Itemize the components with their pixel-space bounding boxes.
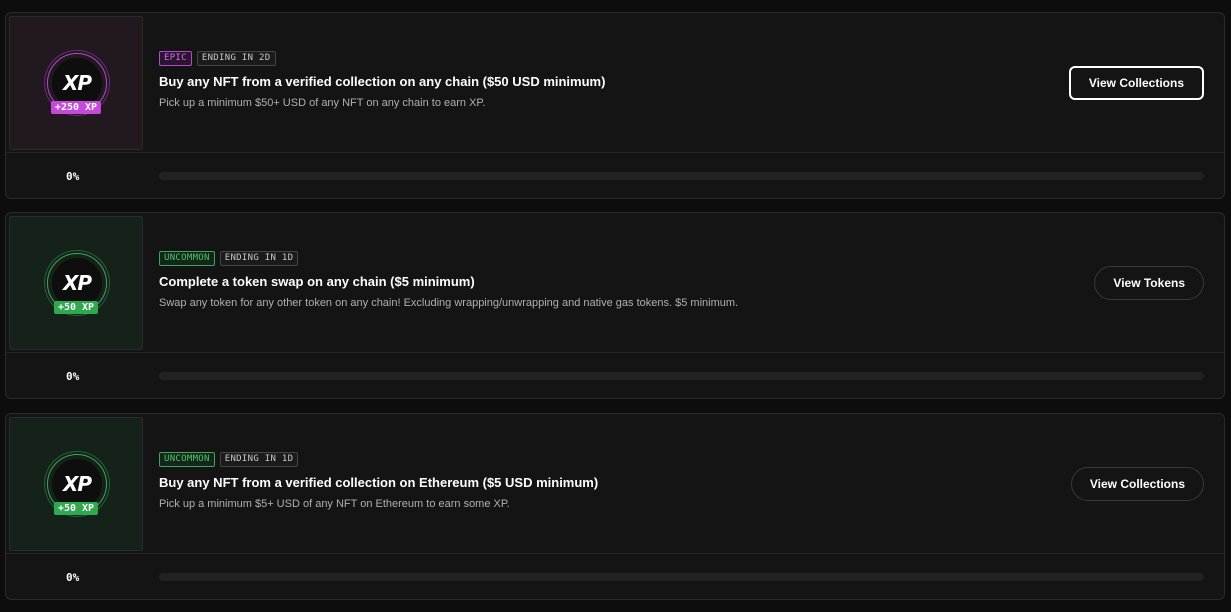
quest-card: XP +50 XP UNCOMMON ENDING IN 1D Buy any … <box>5 413 1225 600</box>
quest-info: UNCOMMON ENDING IN 1D Complete a token s… <box>159 251 738 309</box>
quest-info: EPIC ENDING IN 2D Buy any NFT from a ver… <box>159 51 605 109</box>
xp-reward-thumbnail: XP +250 XP <box>9 16 143 150</box>
quest-header: XP +50 XP UNCOMMON ENDING IN 1D Complete… <box>6 213 1224 353</box>
progress-percent: 0% <box>66 370 80 383</box>
ending-badge: ENDING IN 1D <box>219 251 299 266</box>
quest-description: Swap any token for any other token on an… <box>159 297 739 309</box>
xp-reward-thumbnail: XP +50 XP <box>9 417 143 551</box>
view-collections-button[interactable]: View Collections <box>1068 66 1204 100</box>
rarity-badge: EPIC <box>159 51 192 66</box>
view-tokens-button[interactable]: View Tokens <box>1094 266 1204 300</box>
progress-bar <box>159 573 1204 581</box>
quest-header: XP +50 XP UNCOMMON ENDING IN 1D Buy any … <box>6 414 1224 554</box>
rarity-badge: UNCOMMON <box>159 251 215 266</box>
progress-bar <box>159 372 1204 380</box>
quest-description: Pick up a minimum $5+ USD of any NFT on … <box>159 498 510 510</box>
xp-reward-thumbnail: XP +50 XP <box>9 216 143 350</box>
quest-title: Complete a token swap on any chain ($5 m… <box>159 274 475 289</box>
quest-progress: 0% <box>6 555 1224 599</box>
quest-title: Buy any NFT from a verified collection o… <box>159 74 606 89</box>
xp-logo: XP <box>62 271 92 295</box>
quest-card: XP +250 XP EPIC ENDING IN 2D Buy any NFT… <box>5 12 1225 199</box>
quest-progress: 0% <box>6 154 1224 198</box>
quest-description: Pick up a minimum $50+ USD of any NFT on… <box>159 97 486 109</box>
xp-logo: XP <box>62 71 92 95</box>
ending-badge: ENDING IN 1D <box>219 452 299 467</box>
xp-reward-amount: +50 XP <box>53 301 99 314</box>
progress-percent: 0% <box>66 571 80 584</box>
quest-progress: 0% <box>6 354 1224 398</box>
quest-info: UNCOMMON ENDING IN 1D Buy any NFT from a… <box>159 452 598 510</box>
quest-title: Buy any NFT from a verified collection o… <box>159 475 599 490</box>
quest-list: XP +250 XP EPIC ENDING IN 2D Buy any NFT… <box>0 0 1231 612</box>
xp-logo: XP <box>62 472 92 496</box>
view-collections-button[interactable]: View Collections <box>1070 467 1204 501</box>
progress-bar <box>159 172 1204 180</box>
xp-reward-amount: +250 XP <box>50 101 102 114</box>
quest-card: XP +50 XP UNCOMMON ENDING IN 1D Complete… <box>5 212 1225 399</box>
xp-reward-amount: +50 XP <box>53 502 99 515</box>
ending-badge: ENDING IN 2D <box>196 51 276 66</box>
quest-header: XP +250 XP EPIC ENDING IN 2D Buy any NFT… <box>6 13 1224 153</box>
rarity-badge: UNCOMMON <box>159 452 215 467</box>
progress-percent: 0% <box>66 170 80 183</box>
